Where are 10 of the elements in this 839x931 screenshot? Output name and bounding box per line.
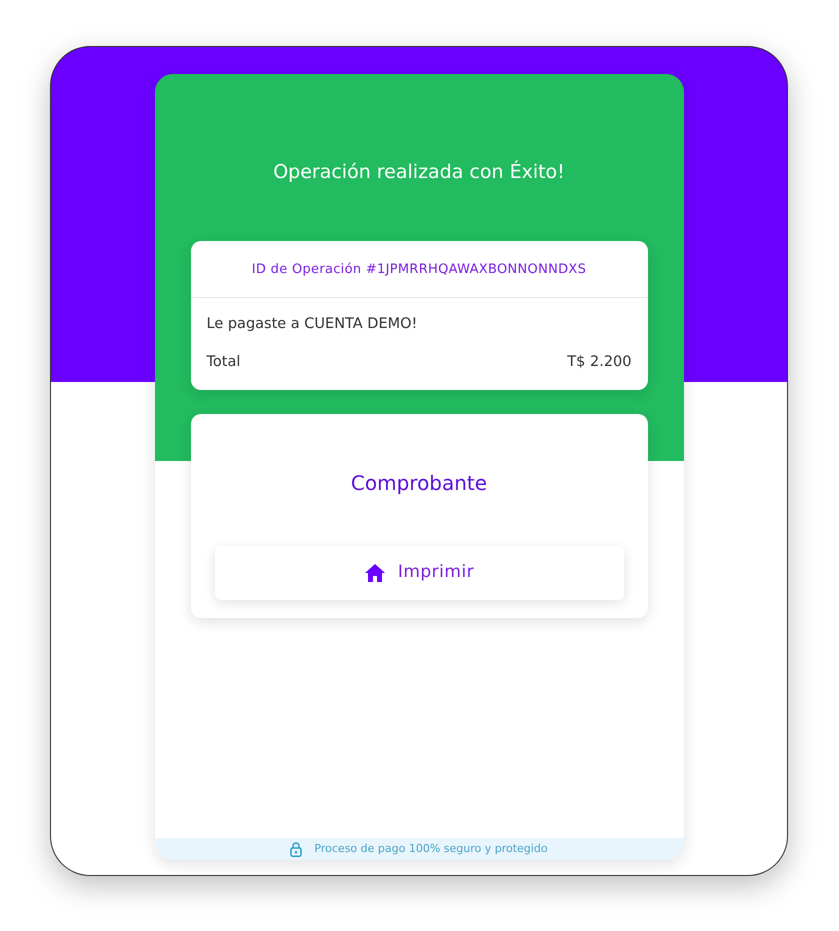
receipt-title: Comprobante bbox=[350, 470, 488, 496]
total-value: T$ 2.200 bbox=[567, 352, 632, 372]
security-note: Proceso de pago 100% seguro y protegido bbox=[314, 840, 548, 857]
total-label: Total bbox=[206, 352, 240, 372]
home-icon bbox=[364, 562, 386, 582]
operation-id: ID de Operación #1JPMRRHQAWAXBONNONNDXS bbox=[190, 240, 648, 298]
print-button[interactable]: Imprimir bbox=[214, 546, 624, 600]
payment-message: Le pagaste a CUENTA DEMO! bbox=[206, 315, 418, 334]
lock-icon bbox=[290, 842, 302, 856]
success-title: Operación realizada con Éxito! bbox=[272, 159, 566, 185]
